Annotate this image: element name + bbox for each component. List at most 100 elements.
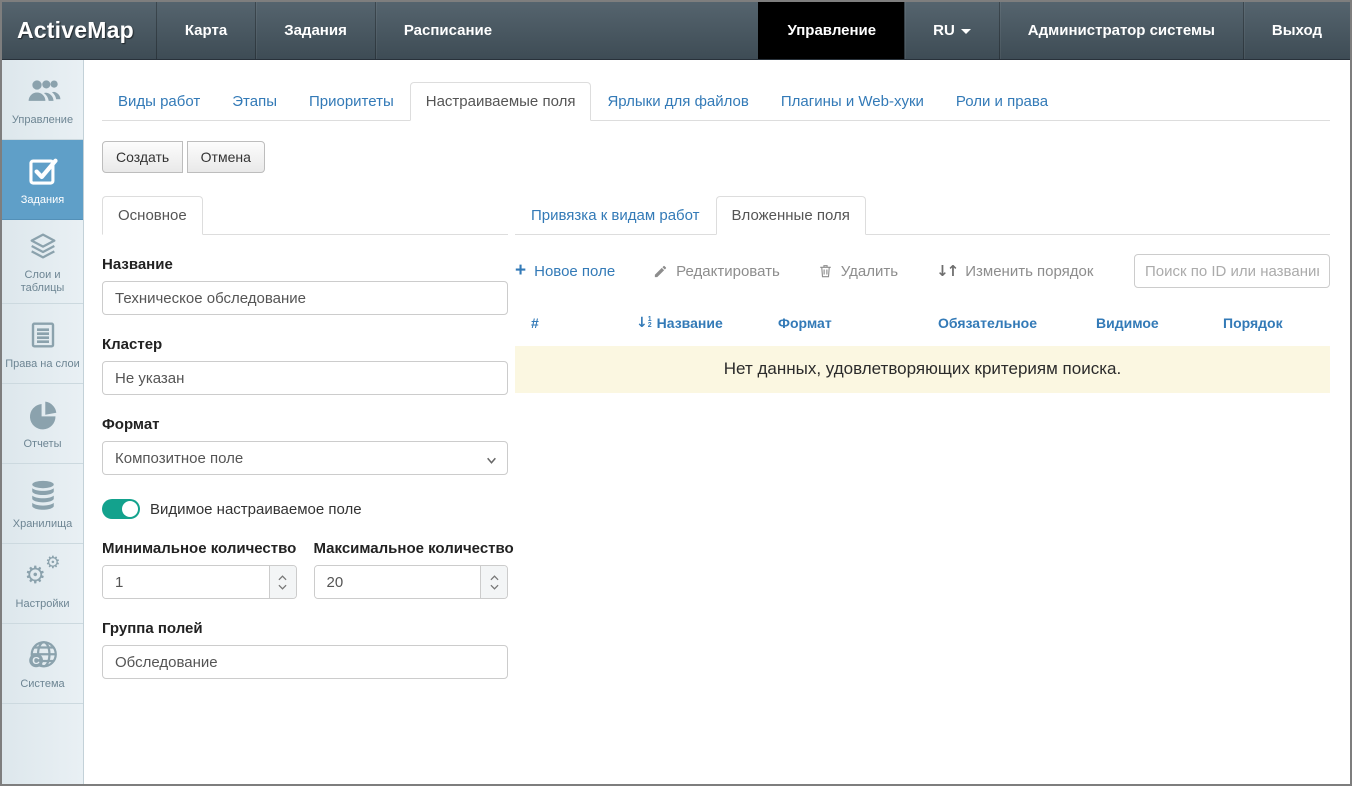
- pie-chart-icon: [26, 397, 60, 433]
- sidebar-item-storages[interactable]: Хранилища: [2, 464, 83, 544]
- reorder-button[interactable]: ↓↑ Изменить порядок: [936, 262, 1093, 280]
- header-number: #: [531, 315, 636, 331]
- table-header-row: # ↓12 Название Формат Обязательное Видим…: [515, 288, 1330, 346]
- search-box: [1134, 254, 1330, 288]
- sidebar: Управление Задания Слои и таблицы Права …: [2, 60, 84, 784]
- group-input[interactable]: [102, 645, 508, 679]
- new-field-button[interactable]: + Новое поле: [515, 263, 615, 280]
- cancel-button[interactable]: Отмена: [187, 141, 265, 173]
- sidebar-item-reports[interactable]: Отчеты: [2, 384, 83, 464]
- main-tabs: Виды работ Этапы Приоритеты Настраиваемы…: [102, 82, 1330, 121]
- reorder-label: Изменить порядок: [965, 263, 1093, 280]
- gears-icon: ⚙⚙: [25, 557, 61, 593]
- header-order: Порядок: [1223, 315, 1314, 331]
- sidebar-item-layer-rights[interactable]: Права на слои: [2, 304, 83, 384]
- edit-button[interactable]: Редактировать: [653, 263, 780, 280]
- svg-text:C: C: [32, 655, 40, 667]
- visible-toggle[interactable]: [102, 499, 140, 519]
- delete-button[interactable]: Удалить: [818, 263, 898, 280]
- right-tabs: Привязка к видам работ Вложенные поля: [515, 196, 1330, 235]
- toggle-knob: [122, 501, 138, 517]
- name-field-group: Название: [102, 256, 508, 315]
- group-field-group: Группа полей: [102, 620, 508, 679]
- sidebar-item-label: Настройки: [16, 598, 70, 611]
- nav-item-user[interactable]: Администратор системы: [999, 2, 1243, 59]
- max-count-stepper[interactable]: [480, 566, 507, 598]
- header-required: Обязательное: [938, 315, 1096, 331]
- format-select[interactable]: Композитное поле: [102, 441, 508, 475]
- max-count-group: Максимальное количество: [314, 540, 509, 599]
- nav-item-logout[interactable]: Выход: [1243, 2, 1350, 59]
- header-name-label: Название: [657, 315, 723, 331]
- form-tabs: Основное: [102, 196, 508, 235]
- nested-fields-panel: Привязка к видам работ Вложенные поля + …: [515, 196, 1330, 393]
- chevron-up-icon: [490, 575, 499, 581]
- delete-label: Удалить: [841, 263, 898, 280]
- min-count-stepper[interactable]: [269, 566, 296, 598]
- empty-table-message: Нет данных, удовлетворяющих критериям по…: [515, 346, 1330, 393]
- users-icon: [25, 73, 61, 109]
- sidebar-item-system[interactable]: C Система: [2, 624, 83, 704]
- navbar-spacer: [520, 2, 758, 59]
- tab-custom-fields[interactable]: Настраиваемые поля: [410, 82, 592, 121]
- sidebar-item-layers-tables[interactable]: Слои и таблицы: [2, 220, 83, 304]
- nav-item-language[interactable]: RU: [904, 2, 999, 59]
- globe-icon: C: [25, 637, 61, 673]
- top-navbar: ActiveMap Карта Задания Расписание Управ…: [2, 2, 1350, 60]
- tab-plugins-webhooks[interactable]: Плагины и Web-хуки: [765, 82, 940, 121]
- sidebar-item-tasks[interactable]: Задания: [2, 140, 83, 220]
- tab-priorities[interactable]: Приоритеты: [293, 82, 410, 121]
- min-count-input[interactable]: [103, 566, 269, 598]
- sidebar-item-label: Задания: [21, 194, 64, 207]
- edit-label: Редактировать: [676, 263, 780, 280]
- min-count-label: Минимальное количество: [102, 540, 297, 557]
- max-count-input[interactable]: [315, 566, 481, 598]
- nav-item-tasks[interactable]: Задания: [255, 2, 375, 59]
- nav-item-map[interactable]: Карта: [156, 2, 255, 59]
- tab-stages[interactable]: Этапы: [216, 82, 293, 121]
- tab-work-types[interactable]: Виды работ: [102, 82, 216, 121]
- tab-file-labels[interactable]: Ярлыки для файлов: [591, 82, 764, 121]
- tab-work-type-binding[interactable]: Привязка к видам работ: [515, 196, 716, 235]
- sidebar-item-label: Хранилища: [13, 518, 73, 531]
- header-name-sortable[interactable]: ↓12 Название: [636, 315, 778, 331]
- name-label: Название: [102, 256, 508, 273]
- visible-field-row: Видимое настраиваемое поле: [102, 499, 508, 519]
- create-button[interactable]: Создать: [102, 141, 183, 173]
- nav-item-management[interactable]: Управление: [758, 2, 904, 59]
- tab-nested-fields[interactable]: Вложенные поля: [716, 196, 866, 235]
- plus-icon: +: [515, 264, 526, 278]
- visible-toggle-label: Видимое настраиваемое поле: [150, 501, 362, 518]
- header-format: Формат: [778, 315, 938, 331]
- sidebar-item-label: Права на слои: [5, 358, 80, 371]
- chevron-down-icon: [490, 584, 499, 590]
- sidebar-item-settings[interactable]: ⚙⚙ Настройки: [2, 544, 83, 624]
- action-button-group: Создать Отмена: [102, 141, 1330, 173]
- format-field-group: Формат Композитное поле: [102, 416, 508, 475]
- checkbox-icon: [26, 153, 60, 189]
- search-input[interactable]: [1134, 254, 1330, 288]
- min-count-group: Минимальное количество: [102, 540, 297, 599]
- nav-item-schedule[interactable]: Расписание: [375, 2, 520, 59]
- layers-icon: [26, 228, 60, 264]
- group-label: Группа полей: [102, 620, 508, 637]
- cluster-label: Кластер: [102, 336, 508, 353]
- name-input[interactable]: [102, 281, 508, 315]
- cluster-input[interactable]: [102, 361, 508, 395]
- tab-roles-rights[interactable]: Роли и права: [940, 82, 1064, 121]
- sidebar-item-management[interactable]: Управление: [2, 60, 83, 140]
- main-content: Виды работ Этапы Приоритеты Настраиваемы…: [84, 60, 1350, 784]
- sort-arrows-icon: ↓↑: [936, 262, 957, 280]
- format-label: Формат: [102, 416, 508, 433]
- chevron-up-icon: [278, 575, 287, 581]
- nested-fields-toolbar: + Новое поле Редактировать Удалить ↓: [515, 254, 1330, 288]
- trash-icon: [818, 263, 833, 279]
- tab-general[interactable]: Основное: [102, 196, 203, 235]
- app-logo[interactable]: ActiveMap: [2, 2, 156, 59]
- language-label: RU: [933, 22, 955, 39]
- header-visible: Видимое: [1096, 315, 1223, 331]
- new-field-label: Новое поле: [534, 263, 615, 280]
- field-form-panel: Основное Название Кластер Формат Компози…: [102, 196, 508, 679]
- cluster-field-group: Кластер: [102, 336, 508, 395]
- database-icon: [26, 477, 60, 513]
